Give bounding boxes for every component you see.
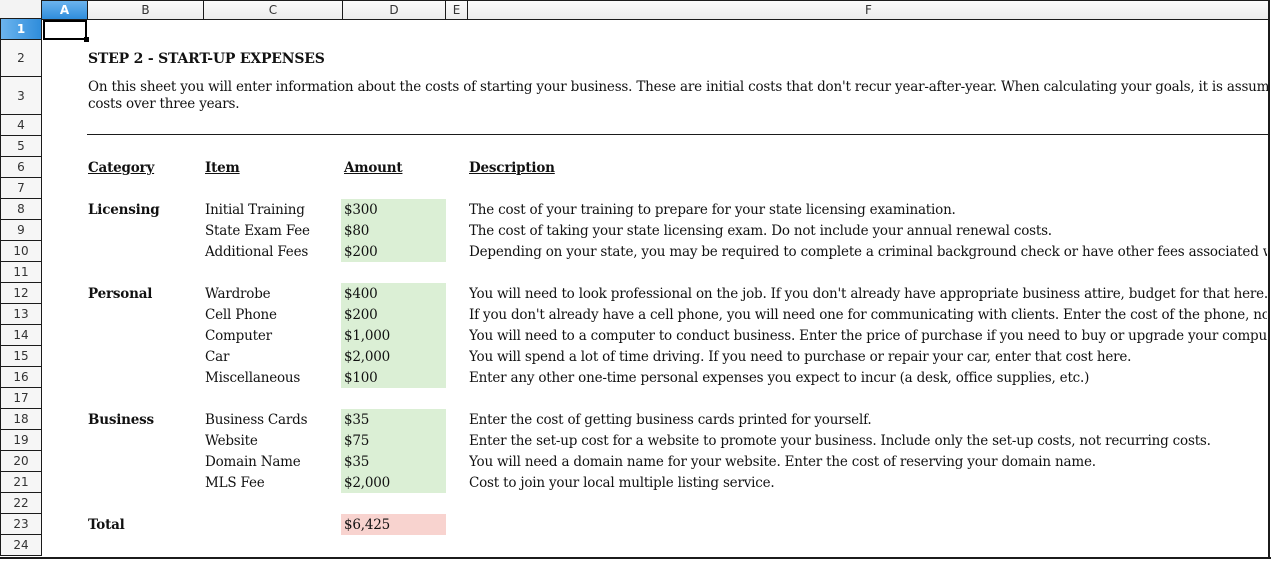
intro-text: On this sheet you will enter information… bbox=[88, 79, 1268, 113]
sheet-title: STEP 2 - START-UP EXPENSES bbox=[88, 51, 325, 67]
separator-line bbox=[87, 134, 1268, 135]
row-header-16[interactable]: 16 bbox=[0, 367, 42, 388]
description-cell[interactable]: You will need a domain name for your web… bbox=[469, 454, 1267, 470]
column-header-b[interactable]: B bbox=[88, 0, 204, 20]
description-cell[interactable]: You will need to look professional on th… bbox=[469, 286, 1267, 302]
amount-cell[interactable]: $2,000 bbox=[344, 475, 390, 491]
description-cell[interactable]: The cost of your training to prepare for… bbox=[469, 202, 1267, 218]
row-header-5[interactable]: 5 bbox=[0, 136, 42, 157]
row-header-2[interactable]: 2 bbox=[0, 40, 42, 77]
description-cell[interactable]: If you don't already have a cell phone, … bbox=[469, 307, 1267, 323]
row-header-22[interactable]: 22 bbox=[0, 493, 42, 514]
item-label[interactable]: Cell Phone bbox=[205, 307, 277, 323]
item-label[interactable]: State Exam Fee bbox=[205, 223, 310, 239]
amount-cell[interactable]: $100 bbox=[344, 370, 378, 386]
category-personal: Personal bbox=[88, 286, 153, 302]
row-header-21[interactable]: 21 bbox=[0, 472, 42, 493]
description-cell[interactable]: Enter any other one-time personal expens… bbox=[469, 370, 1267, 386]
row-header-18[interactable]: 18 bbox=[0, 409, 42, 430]
row-header-13[interactable]: 13 bbox=[0, 304, 42, 325]
row-header-19[interactable]: 19 bbox=[0, 430, 42, 451]
description-header: Description bbox=[469, 160, 555, 176]
item-label[interactable]: Initial Training bbox=[205, 202, 305, 218]
amount-cell[interactable]: $80 bbox=[344, 223, 369, 239]
row-header-7[interactable]: 7 bbox=[0, 178, 42, 199]
description-cell[interactable]: You will spend a lot of time driving. If… bbox=[469, 349, 1267, 365]
intro-line-2: costs over three years. bbox=[88, 96, 240, 112]
row-header-20[interactable]: 20 bbox=[0, 451, 42, 472]
column-header-d[interactable]: D bbox=[343, 0, 446, 20]
amount-cell[interactable]: $35 bbox=[344, 412, 369, 428]
amount-cell[interactable]: $1,000 bbox=[344, 328, 390, 344]
amount-cell[interactable]: $35 bbox=[344, 454, 369, 470]
row-header-12[interactable]: 12 bbox=[0, 283, 42, 304]
row-header-4[interactable]: 4 bbox=[0, 115, 42, 136]
select-all-corner[interactable] bbox=[0, 0, 42, 19]
description-cell[interactable]: The cost of taking your state licensing … bbox=[469, 223, 1267, 239]
category-business: Business bbox=[88, 412, 154, 428]
amount-cell[interactable]: $200 bbox=[344, 244, 378, 260]
selected-cell-a1[interactable] bbox=[43, 20, 87, 40]
item-label[interactable]: Computer bbox=[205, 328, 272, 344]
column-header-c[interactable]: C bbox=[204, 0, 343, 20]
row-header-17[interactable]: 17 bbox=[0, 388, 42, 409]
row-header-3[interactable]: 3 bbox=[0, 77, 42, 115]
row-header-8[interactable]: 8 bbox=[0, 199, 42, 220]
total-amount[interactable]: $6,425 bbox=[344, 517, 390, 533]
grid-right-border bbox=[1268, 0, 1270, 558]
item-label[interactable]: Domain Name bbox=[205, 454, 301, 470]
column-header-a[interactable]: A bbox=[42, 0, 88, 20]
column-header-f[interactable]: F bbox=[468, 0, 1270, 20]
item-header: Item bbox=[205, 160, 240, 176]
description-cell[interactable]: Cost to join your local multiple listing… bbox=[469, 475, 1267, 491]
amount-cell[interactable]: $2,000 bbox=[344, 349, 390, 365]
row-header-6[interactable]: 6 bbox=[0, 157, 42, 178]
spreadsheet-grid: A B C D E F 1 2 3 4 5 6 7 8 9 10 11 12 1… bbox=[0, 0, 1271, 561]
amount-cell[interactable]: $400 bbox=[344, 286, 378, 302]
item-label[interactable]: Additional Fees bbox=[205, 244, 308, 260]
description-cell[interactable]: You will need to a computer to conduct b… bbox=[469, 328, 1267, 344]
column-header-e[interactable]: E bbox=[446, 0, 468, 20]
description-cell[interactable]: Enter the cost of getting business cards… bbox=[469, 412, 1267, 428]
description-cell[interactable]: Depending on your state, you may be requ… bbox=[469, 244, 1267, 260]
category-licensing: Licensing bbox=[88, 202, 160, 218]
row-header-1[interactable]: 1 bbox=[0, 19, 42, 40]
category-header: Category bbox=[88, 160, 155, 176]
row-header-10[interactable]: 10 bbox=[0, 241, 42, 262]
item-label[interactable]: Car bbox=[205, 349, 229, 365]
row-header-24[interactable]: 24 bbox=[0, 535, 42, 556]
item-label[interactable]: MLS Fee bbox=[205, 475, 265, 491]
total-label: Total bbox=[88, 517, 125, 533]
row-header-11[interactable]: 11 bbox=[0, 262, 42, 283]
row-header-9[interactable]: 9 bbox=[0, 220, 42, 241]
fill-handle[interactable] bbox=[84, 37, 89, 42]
item-label[interactable]: Miscellaneous bbox=[205, 370, 300, 386]
item-label[interactable]: Website bbox=[205, 433, 258, 449]
row-header-23[interactable]: 23 bbox=[0, 514, 42, 535]
grid-bottom-border bbox=[0, 557, 1271, 559]
description-cell[interactable]: Enter the set-up cost for a website to p… bbox=[469, 433, 1267, 449]
amount-cell[interactable]: $300 bbox=[344, 202, 378, 218]
row-header-14[interactable]: 14 bbox=[0, 325, 42, 346]
row-header-15[interactable]: 15 bbox=[0, 346, 42, 367]
amount-cell[interactable]: $75 bbox=[344, 433, 369, 449]
intro-line-1: On this sheet you will enter information… bbox=[88, 79, 1268, 95]
item-label[interactable]: Business Cards bbox=[205, 412, 307, 428]
amount-cell[interactable]: $200 bbox=[344, 307, 378, 323]
item-label[interactable]: Wardrobe bbox=[205, 286, 271, 302]
amount-header: Amount bbox=[344, 160, 403, 176]
